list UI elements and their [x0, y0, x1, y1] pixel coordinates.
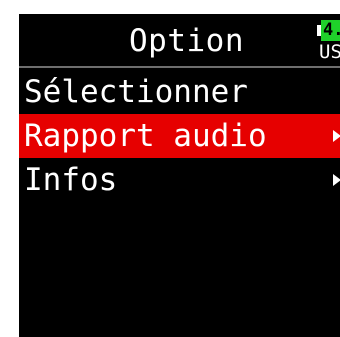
- device-screen: Option 4.9 USB Sélectionner Rapport audi…: [19, 14, 340, 337]
- menu-item-infos[interactable]: Infos: [19, 158, 340, 202]
- chevron-right-icon: [333, 130, 340, 142]
- page-title: Option: [129, 23, 244, 59]
- menu-item-label: Sélectionner: [24, 74, 248, 110]
- menu-item-label: Infos: [24, 162, 118, 198]
- option-menu: Sélectionner Rapport audio Infos: [19, 70, 340, 202]
- battery-level: 4.9: [321, 20, 340, 41]
- menu-item-selectionner[interactable]: Sélectionner: [19, 70, 340, 114]
- chevron-right-icon: [333, 174, 340, 186]
- menu-item-label: Rapport audio: [24, 118, 267, 154]
- power-source-label: USB: [319, 41, 340, 63]
- menu-item-rapport-audio[interactable]: Rapport audio: [19, 114, 340, 158]
- header-bar: Option 4.9 USB: [19, 14, 340, 68]
- battery-icon: 4.9: [317, 20, 340, 41]
